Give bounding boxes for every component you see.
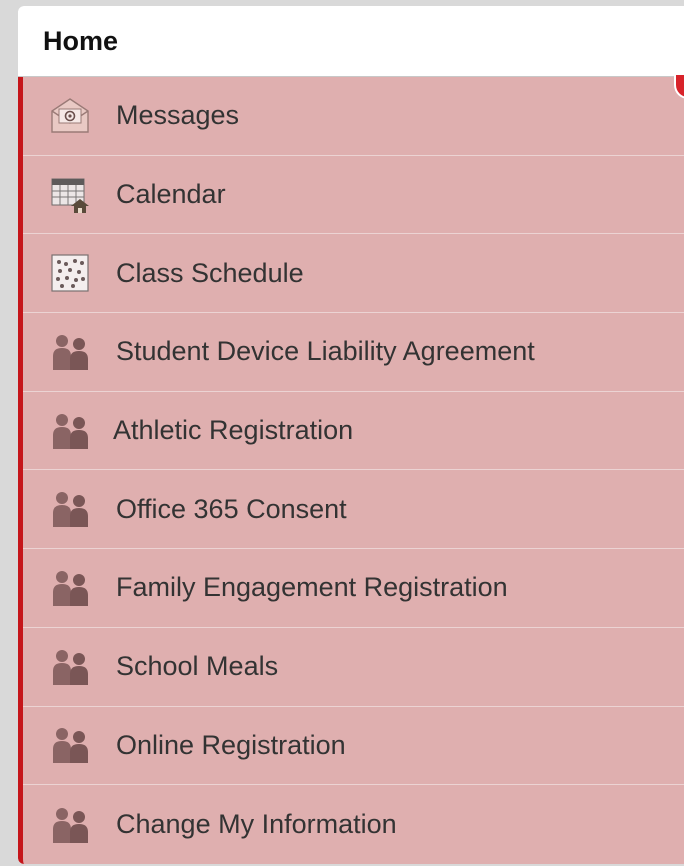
menu-item-athletic-registration[interactable]: Athletic Registration bbox=[23, 392, 684, 471]
people-icon bbox=[50, 647, 90, 687]
menu-item-class-schedule[interactable]: Class Schedule bbox=[23, 234, 684, 314]
menu-item-family-engagement-registration[interactable]: Family Engagement Registration bbox=[23, 549, 684, 628]
menu-item-label: Change My Information bbox=[116, 809, 397, 840]
header: Home bbox=[18, 6, 684, 77]
menu-item-school-meals[interactable]: School Meals bbox=[23, 628, 684, 707]
menu-item-label: Calendar bbox=[116, 179, 226, 210]
menu-item-label: School Meals bbox=[116, 651, 279, 682]
people-icon bbox=[50, 805, 90, 845]
menu-item-label: Class Schedule bbox=[116, 257, 304, 288]
schedule-grid-icon bbox=[50, 253, 90, 293]
menu-item-label: Messages bbox=[116, 100, 240, 131]
menu-item-label: Student Device Liability Agreement bbox=[116, 336, 535, 367]
menu-item-calendar[interactable]: Calendar bbox=[23, 156, 684, 235]
menu-item-student-device-liability-agreement[interactable]: Student Device Liability Agreement bbox=[23, 313, 684, 392]
menu-item-label: Family Engagement Registration bbox=[116, 572, 508, 603]
menu-list: Messages Calendar Class Schedule Student… bbox=[18, 75, 684, 864]
people-icon bbox=[50, 489, 90, 529]
page-title: Home bbox=[43, 25, 119, 56]
people-icon bbox=[50, 332, 90, 372]
menu-item-messages[interactable]: Messages bbox=[23, 77, 684, 156]
envelope-icon bbox=[50, 96, 90, 136]
menu-item-change-my-information[interactable]: Change My Information bbox=[23, 785, 684, 864]
people-icon bbox=[50, 568, 90, 608]
menu-item-label: Online Registration bbox=[116, 729, 346, 760]
menu-item-label: Office 365 Consent bbox=[116, 493, 347, 524]
people-icon bbox=[50, 725, 90, 765]
calendar-icon bbox=[50, 175, 90, 215]
navigation-panel: Home Messages Calendar Class Schedule St… bbox=[18, 6, 684, 864]
people-icon bbox=[50, 411, 90, 451]
menu-item-office-365-consent[interactable]: Office 365 Consent bbox=[23, 470, 684, 550]
menu-item-label: Athletic Registration bbox=[113, 415, 354, 446]
menu-item-online-registration[interactable]: Online Registration bbox=[23, 707, 684, 786]
